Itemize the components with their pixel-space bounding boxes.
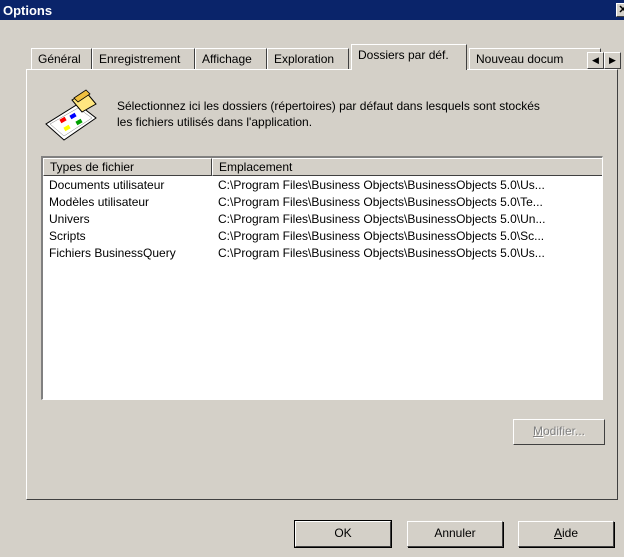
help-accelerator: A [553, 526, 562, 540]
tab-label: Dossiers par déf. [358, 48, 449, 62]
modify-button[interactable]: Modifier... [513, 419, 605, 445]
close-icon[interactable]: ✕ [616, 3, 624, 17]
cell-location: C:\Program Files\Business Objects\Busine… [218, 195, 543, 209]
tab-nouveau-document[interactable]: Nouveau docum [469, 48, 601, 70]
table-row[interactable]: Univers C:\Program Files\Business Object… [43, 211, 602, 228]
tab-scroll-left-icon[interactable]: ◀ [587, 52, 604, 69]
modify-label: odifier... [542, 424, 586, 438]
tab-scroll-right-icon[interactable]: ▶ [604, 52, 621, 69]
cancel-label: Annuler [434, 526, 476, 540]
tab-dossiers-par-defaut[interactable]: Dossiers par déf. [351, 44, 467, 70]
tab-label: Affichage [202, 52, 252, 66]
tab-label: Enregistrement [99, 52, 181, 66]
tab-affichage[interactable]: Affichage [195, 48, 267, 70]
description-text: Sélectionnez ici les dossiers (répertoir… [117, 98, 597, 130]
cell-location: C:\Program Files\Business Objects\Busine… [218, 212, 546, 226]
help-button[interactable]: Aide [518, 521, 614, 547]
cell-location: C:\Program Files\Business Objects\Busine… [218, 229, 545, 243]
table-row[interactable]: Documents utilisateur C:\Program Files\B… [43, 177, 602, 194]
ok-button[interactable]: OK [294, 520, 392, 548]
title-bar: Options ✕ [0, 0, 624, 20]
column-header-location[interactable]: Emplacement [212, 158, 602, 176]
cell-type: Scripts [49, 229, 86, 243]
list-header: Types de fichier Emplacement [43, 158, 602, 176]
window-title: Options [3, 3, 53, 18]
modify-accelerator: M [532, 424, 543, 438]
cell-type: Univers [49, 212, 90, 226]
tab-enregistrement[interactable]: Enregistrement [92, 48, 195, 70]
tab-label: Exploration [274, 52, 335, 66]
tab-exploration[interactable]: Exploration [267, 48, 349, 70]
cell-location: C:\Program Files\Business Objects\Busine… [218, 178, 545, 192]
table-row[interactable]: Scripts C:\Program Files\Business Object… [43, 228, 602, 245]
tab-label: Général [38, 52, 81, 66]
file-types-list[interactable]: Types de fichier Emplacement Documents u… [41, 156, 603, 400]
cell-location: C:\Program Files\Business Objects\Busine… [218, 246, 545, 260]
description-line-1: Sélectionnez ici les dossiers (répertoir… [117, 99, 540, 113]
ok-label: OK [334, 526, 352, 540]
description-line-2: les fichiers utilisés dans l'application… [117, 115, 313, 129]
tab-label: Nouveau docum [476, 52, 564, 66]
help-label: ide [562, 526, 579, 540]
column-header-type[interactable]: Types de fichier [43, 158, 212, 176]
folders-settings-icon [45, 89, 97, 141]
cancel-button[interactable]: Annuler [407, 521, 503, 547]
cell-type: Fichiers BusinessQuery [49, 246, 176, 260]
cell-type: Documents utilisateur [49, 178, 165, 192]
tab-general[interactable]: Général [31, 48, 92, 70]
table-row[interactable]: Fichiers BusinessQuery C:\Program Files\… [43, 245, 602, 262]
table-row[interactable]: Modèles utilisateur C:\Program Files\Bus… [43, 194, 602, 211]
cell-type: Modèles utilisateur [49, 195, 150, 209]
